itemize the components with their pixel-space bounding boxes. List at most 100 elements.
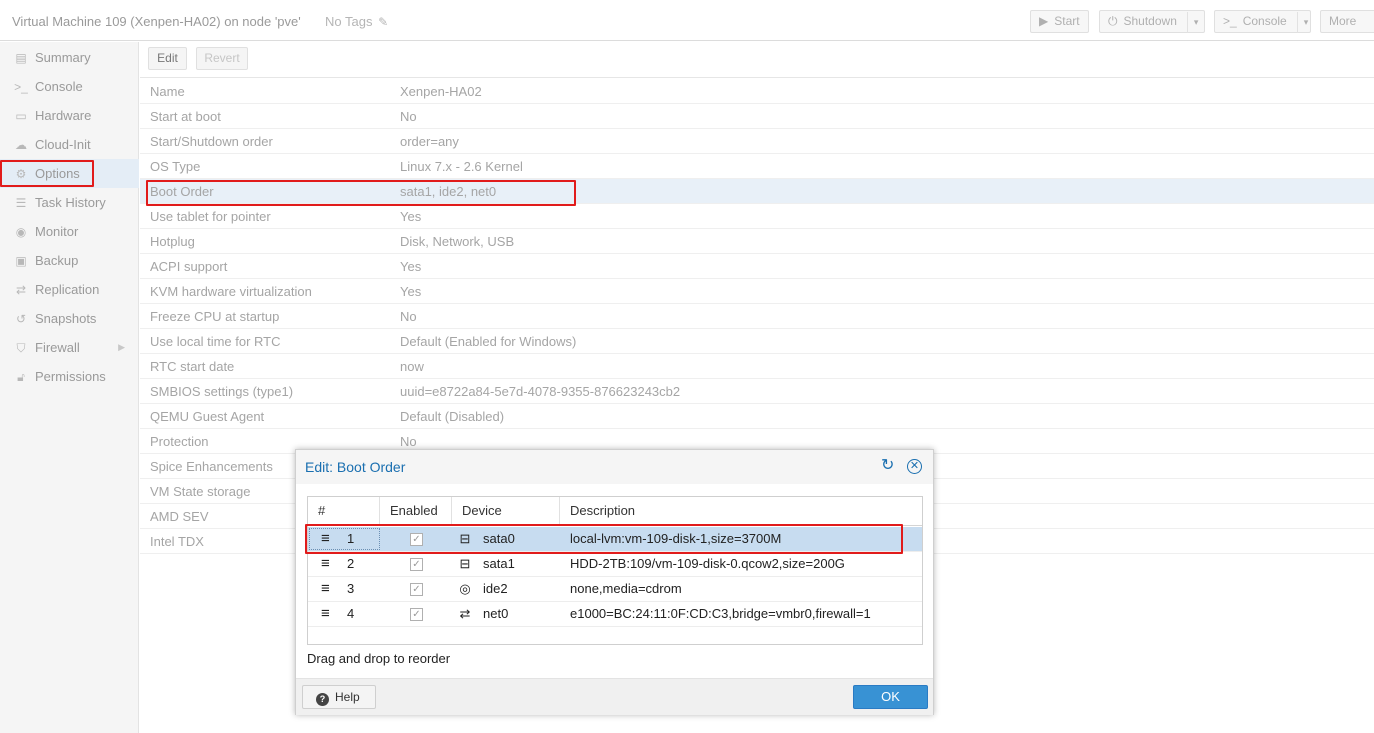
option-value: order=any [400, 134, 459, 149]
device-description: none,media=cdrom [570, 581, 682, 596]
option-value: No [400, 109, 417, 124]
option-value: now [400, 359, 424, 374]
cloud-icon: ☁ [15, 138, 27, 152]
options-row[interactable]: Use local time for RTC Default (Enabled f… [140, 329, 1374, 354]
sidebar-item-hardware[interactable]: ▭ Hardware [0, 101, 139, 130]
options-row[interactable]: Hotplug Disk, Network, USB [140, 229, 1374, 254]
book-icon: ▤ [15, 51, 27, 65]
options-row-boot-order[interactable]: Boot Order sata1, ide2, net0 [140, 179, 1374, 204]
drag-handle-icon[interactable]: ≡ [321, 527, 330, 551]
sidebar-item-cloud-init[interactable]: ☁ Cloud-Init [0, 130, 139, 159]
sidebar-item-firewall[interactable]: ⛉ Firewall ▶ [0, 333, 139, 362]
sidebar-item-monitor[interactable]: ◉ Monitor [0, 217, 139, 246]
column-header-description[interactable]: Description [560, 497, 922, 525]
sidebar-item-label: Snapshots [35, 311, 97, 326]
sidebar-item-replication[interactable]: ⇄ Replication [0, 275, 139, 304]
play-icon: ▶ [1039, 14, 1049, 28]
help-label: Help [335, 690, 360, 704]
option-key: Start at boot [150, 109, 221, 124]
column-header-num[interactable]: # [308, 497, 380, 525]
options-row[interactable]: Use tablet for pointer Yes [140, 204, 1374, 229]
history-icon: ↺ [15, 312, 27, 326]
options-row[interactable]: Freeze CPU at startup No [140, 304, 1374, 329]
sidebar-item-backup[interactable]: ▣ Backup [0, 246, 139, 275]
option-value: No [400, 309, 417, 324]
help-button[interactable]: ? Help [302, 685, 376, 709]
options-grid [140, 77, 1374, 78]
options-row[interactable]: SMBIOS settings (type1) uuid=e8722a84-5e7… [140, 379, 1374, 404]
page-title: Virtual Machine 109 (Xenpen-HA02) on nod… [12, 14, 301, 29]
drag-handle-icon[interactable]: ≡ [321, 602, 330, 626]
table-row[interactable]: ≡ 1 ✓ ⊟ sata0 local-lvm:vm-109-disk-1,si… [308, 527, 922, 552]
column-header-enabled[interactable]: Enabled [380, 497, 452, 525]
dialog-title: Edit: Boot Order [305, 459, 406, 475]
device-name: sata1 [483, 556, 515, 571]
options-row[interactable]: ACPI support Yes [140, 254, 1374, 279]
option-key: Protection [150, 434, 209, 449]
chevron-right-icon: ▶ [118, 342, 125, 352]
more-button[interactable]: More [1320, 10, 1374, 33]
sidebar-item-label: Task History [35, 195, 106, 210]
sidebar: ▤ Summary >_ Console ▭ Hardware ☁ Cloud-Init… [0, 42, 139, 733]
device-name: sata0 [483, 531, 515, 546]
focus-outline [309, 528, 380, 550]
tags-editor[interactable]: No Tags ✎ [325, 14, 388, 29]
shutdown-button[interactable]: ⏻ Shutdown ▾ [1099, 10, 1205, 33]
sidebar-item-snapshots[interactable]: ↺ Snapshots [0, 304, 139, 333]
enabled-checkbox[interactable]: ✓ [410, 558, 423, 571]
options-row[interactable]: Name Xenpen-HA02 [140, 79, 1374, 104]
table-row[interactable]: ≡ 2 ✓ ⊟ sata1 HDD-2TB:109/vm-109-disk-0.… [308, 552, 922, 577]
sidebar-item-label: Console [35, 79, 83, 94]
option-value: sata1, ide2, net0 [400, 184, 497, 199]
cdrom-icon: ◎ [459, 581, 471, 596]
revert-button[interactable]: Revert [196, 47, 248, 70]
options-row[interactable]: QEMU Guest Agent Default (Disabled) [140, 404, 1374, 429]
option-key: Spice Enhancements [150, 459, 273, 474]
edit-button[interactable]: Edit [148, 47, 187, 70]
option-value: Xenpen-HA02 [400, 84, 482, 99]
options-row[interactable]: Start at boot No [140, 104, 1374, 129]
pencil-icon[interactable]: ✎ [378, 15, 388, 29]
enabled-checkbox[interactable]: ✓ [410, 608, 423, 621]
hdd-icon: ⊟ [459, 531, 471, 546]
column-header-device[interactable]: Device [452, 497, 560, 525]
drag-handle-icon[interactable]: ≡ [321, 552, 330, 576]
option-value: Yes [400, 259, 422, 274]
sidebar-item-summary[interactable]: ▤ Summary [0, 43, 139, 72]
sidebar-item-task-history[interactable]: ☰ Task History [0, 188, 139, 217]
option-key: OS Type [150, 159, 201, 174]
terminal-icon: >_ [14, 80, 28, 94]
sidebar-item-options[interactable]: ⚙ Options [0, 159, 139, 188]
close-icon[interactable]: ✕ [907, 459, 922, 474]
sidebar-item-console[interactable]: >_ Console [0, 72, 139, 101]
options-row[interactable]: RTC start date now [140, 354, 1374, 379]
table-row[interactable]: ≡ 4 ✓ ⇄ net0 e1000=BC:24:11:0F:CD:C3,bri… [308, 602, 922, 627]
option-key: SMBIOS settings (type1) [150, 384, 294, 399]
sidebar-item-label: Summary [35, 50, 91, 65]
sidebar-item-permissions[interactable]: 🔓︎ Permissions [0, 362, 139, 391]
option-key: Hotplug [150, 234, 195, 249]
drag-handle-icon[interactable]: ≡ [321, 577, 330, 601]
options-row[interactable]: OS Type Linux 7.x - 2.6 Kernel [140, 154, 1374, 179]
options-row[interactable]: KVM hardware virtualization Yes [140, 279, 1374, 304]
device-description: e1000=BC:24:11:0F:CD:C3,bridge=vmbr0,fir… [570, 606, 871, 621]
options-row[interactable]: Start/Shutdown order order=any [140, 129, 1374, 154]
table-row[interactable]: ≡ 3 ✓ ◎ ide2 none,media=cdrom [308, 577, 922, 602]
ok-button[interactable]: OK [853, 685, 928, 709]
row-number: 2 [347, 556, 355, 571]
eye-icon: ◉ [15, 225, 27, 239]
console-button[interactable]: >_ Console ▾ [1214, 10, 1311, 33]
gear-icon: ⚙ [15, 167, 27, 181]
retweet-icon: ⇄ [15, 283, 27, 297]
reset-icon[interactable]: ↻ [881, 458, 894, 474]
exchange-icon: ⇄ [459, 606, 471, 621]
option-key: KVM hardware virtualization [150, 284, 312, 299]
chevron-down-icon[interactable]: ▾ [1186, 12, 1198, 33]
enabled-checkbox[interactable]: ✓ [410, 533, 423, 546]
sidebar-item-label: Backup [35, 253, 79, 268]
chevron-down-icon[interactable]: ▾ [1296, 12, 1308, 33]
start-button[interactable]: ▶ Start [1030, 10, 1089, 33]
hdd-icon: ⊟ [459, 556, 471, 571]
list-icon: ☰ [15, 196, 27, 210]
enabled-checkbox[interactable]: ✓ [410, 583, 423, 596]
